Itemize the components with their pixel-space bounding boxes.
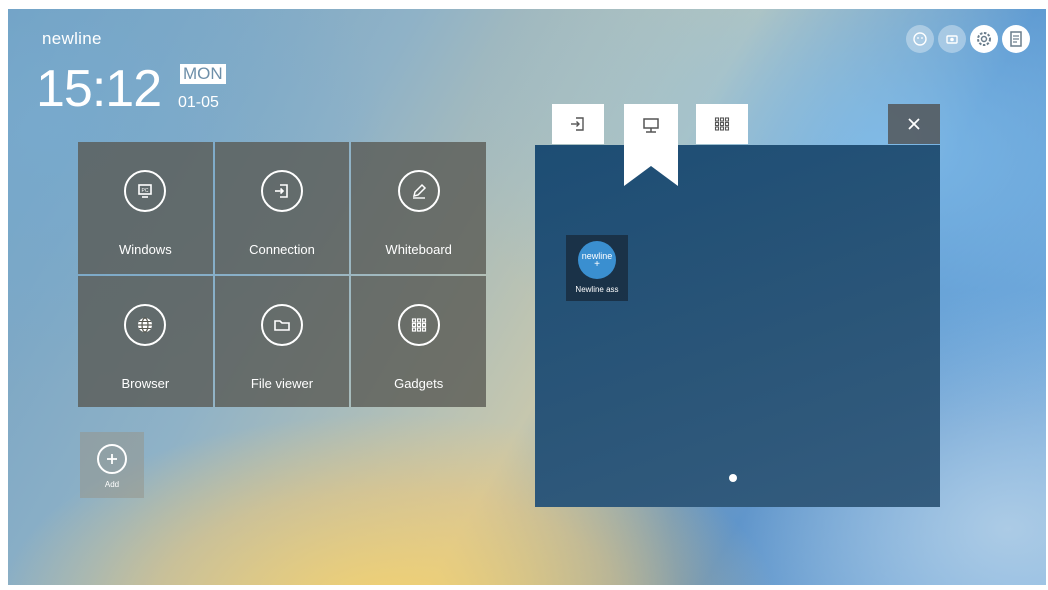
desktop-tab[interactable] bbox=[624, 104, 678, 186]
add-tile-button[interactable]: Add bbox=[80, 432, 144, 498]
close-panel-button[interactable] bbox=[888, 104, 940, 144]
home-screen: newline 15:12 MON 01-05 PC Windows Conne… bbox=[8, 9, 1046, 585]
tile-windows[interactable]: PC Windows bbox=[78, 142, 213, 274]
tile-label: Whiteboard bbox=[385, 242, 452, 257]
input-source-tab[interactable] bbox=[552, 104, 604, 144]
page-indicator-dot[interactable] bbox=[729, 474, 737, 482]
camera-icon[interactable] bbox=[938, 25, 966, 53]
newline-logo-icon: newline + bbox=[578, 241, 616, 279]
grid-icon bbox=[714, 117, 730, 131]
tile-label: Browser bbox=[121, 375, 170, 391]
tile-label: Windows bbox=[118, 242, 172, 257]
folder-icon bbox=[260, 303, 303, 346]
tile-whiteboard[interactable]: Whiteboard bbox=[351, 142, 486, 274]
tile-connection[interactable]: Connection bbox=[214, 142, 350, 274]
face-icon[interactable] bbox=[906, 25, 934, 53]
plus-icon bbox=[97, 444, 127, 474]
system-icons bbox=[906, 25, 1030, 53]
tile-label: Gadgets bbox=[394, 375, 444, 391]
input-icon bbox=[260, 170, 303, 212]
grid-icon bbox=[397, 303, 440, 346]
app-tiles: PC Windows Connection Whiteboard Browser bbox=[78, 142, 486, 407]
input-icon bbox=[571, 117, 584, 131]
close-icon bbox=[908, 118, 920, 130]
settings-icon[interactable] bbox=[970, 25, 998, 53]
app-newline-assistant[interactable]: newline + Newline ass bbox=[566, 235, 628, 301]
pc-icon: PC bbox=[124, 170, 167, 212]
app-label: Newline ass bbox=[575, 285, 619, 294]
note-icon[interactable] bbox=[1002, 25, 1030, 53]
source-panel bbox=[535, 145, 940, 507]
pen-icon bbox=[397, 170, 440, 212]
add-tile-label: Add bbox=[104, 480, 120, 489]
apps-tab[interactable] bbox=[696, 104, 748, 144]
tile-gadgets[interactable]: Gadgets bbox=[351, 275, 486, 407]
tile-file-viewer[interactable]: File viewer bbox=[214, 275, 350, 407]
tile-label: Connection bbox=[249, 242, 315, 257]
globe-icon bbox=[124, 303, 167, 346]
clock-date: 01-05 bbox=[178, 94, 219, 111]
clock-day: MON bbox=[180, 64, 226, 84]
svg-text:PC: PC bbox=[142, 188, 149, 194]
tile-label: File viewer bbox=[250, 375, 314, 391]
clock-time: 15:12 bbox=[36, 60, 162, 118]
brand-label: newline bbox=[42, 29, 102, 48]
tile-browser[interactable]: Browser bbox=[78, 275, 213, 407]
